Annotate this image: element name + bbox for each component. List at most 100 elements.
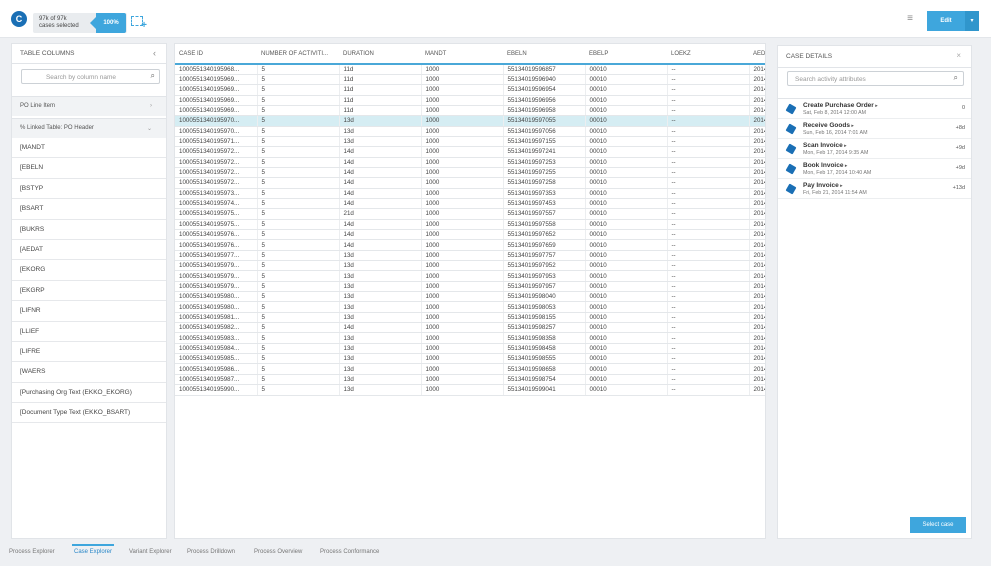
collapse-panel-icon[interactable]: ‹ xyxy=(153,48,156,58)
activity-item[interactable]: Book InvoiceMon, Feb 17, 2014 10:40 AM +9… xyxy=(778,159,971,179)
close-icon[interactable]: × xyxy=(956,51,961,60)
table-row[interactable]: 1000551340195979... 5 13d 1000 5513401959795… xyxy=(175,260,765,272)
tab-process-overview[interactable]: Process Overview xyxy=(254,549,302,555)
table-cell: 2014 xyxy=(749,291,765,303)
table-row[interactable]: 1000551340195970... 5 13d 1000 5513401959705… xyxy=(175,126,765,137)
table-row[interactable]: 1000551340195980... 5 13d 1000 5513401959805… xyxy=(175,301,765,313)
table-row[interactable]: 1000551340195979... 5 13d 1000 5513401959795… xyxy=(175,281,765,293)
table-cell: 00010 xyxy=(585,363,668,375)
activity-item[interactable]: Receive GoodsSun, Feb 16, 2014 7:01 AM +8… xyxy=(778,119,971,139)
table-row[interactable]: 1000551340195980... 5 13d 1000 5513401959804… xyxy=(175,291,765,303)
tab-process-conformance[interactable]: Process Conformance xyxy=(320,549,379,555)
tab-process-drilldown[interactable]: Process Drilldown xyxy=(187,549,235,555)
table-row[interactable]: 1000551340195969... 5 11d 1000 5513401959694… xyxy=(175,74,765,86)
column-header[interactable]: CASE ID xyxy=(175,44,257,65)
column-item[interactable]: [BSART xyxy=(12,199,166,220)
table-cell: 5 xyxy=(257,291,340,303)
table-cell: 2014 xyxy=(749,198,765,210)
table-row[interactable]: 1000551340195986... 5 13d 1000 5513401959865… xyxy=(175,363,765,375)
activity-name: Pay Invoice xyxy=(803,182,843,189)
table-cell: -- xyxy=(667,126,750,137)
table-row[interactable]: 1000551340195970... 5 13d 1000 5513401959705… xyxy=(175,115,765,127)
column-item[interactable]: [AEDAT xyxy=(12,240,166,261)
table-row[interactable]: 1000551340195971... 5 13d 1000 5513401959715… xyxy=(175,136,765,148)
hamburger-icon[interactable]: ≡ xyxy=(904,14,916,24)
group-linked-po-header[interactable]: % Linked Table: PO Header ⌄ xyxy=(12,118,166,138)
add-selection-icon[interactable]: + xyxy=(131,16,147,31)
table-row[interactable]: 1000551340195968... 5 11d 1000 5513401959685… xyxy=(175,64,765,75)
column-item[interactable]: [EBELN xyxy=(12,158,166,179)
table-row[interactable]: 1000551340195985... 5 13d 1000 5513401959855… xyxy=(175,353,765,365)
column-header[interactable]: NUMBER OF ACTIVITI... xyxy=(257,44,339,65)
case-table: CASE ID NUMBER OF ACTIVITI... DURATION MAND… xyxy=(175,44,765,396)
edit-button[interactable]: Edit xyxy=(927,11,965,31)
column-item[interactable]: [EKORG xyxy=(12,260,166,281)
column-header[interactable]: LOEKZ xyxy=(667,44,749,65)
search-icon[interactable]: ⌕ xyxy=(954,73,958,83)
table-row[interactable]: 1000551340195969... 5 11d 1000 5513401959695… xyxy=(175,95,765,106)
column-item[interactable]: [WAERS xyxy=(12,362,166,383)
column-item[interactable]: [Document Type Text (EKKO_BSART) xyxy=(12,403,166,424)
column-item[interactable]: [EKGRP xyxy=(12,281,166,302)
table-row[interactable]: 1000551340195972... 5 14d 1000 5513401959725… xyxy=(175,157,765,168)
tab-variant-explorer[interactable]: Variant Explorer xyxy=(129,549,172,555)
column-header[interactable]: EBELN xyxy=(503,44,585,65)
column-item[interactable]: [MANDT xyxy=(12,138,166,159)
group-po-line-item[interactable]: PO Line Item › xyxy=(12,96,166,116)
table-row[interactable]: 1000551340195972... 5 14d 1000 5513401959725… xyxy=(175,167,765,179)
table-row[interactable]: 1000551340195972... 5 14d 1000 5513401959724… xyxy=(175,146,765,158)
table-row[interactable]: 1000551340195976... 5 14d 1000 5513401959765… xyxy=(175,229,765,241)
tab-case-explorer[interactable]: Case Explorer xyxy=(71,544,115,555)
column-item[interactable]: [LIFRE xyxy=(12,342,166,363)
column-header[interactable]: AEDAT xyxy=(749,44,765,65)
edit-dropdown-button[interactable]: ▾ xyxy=(965,11,979,31)
table-row[interactable]: 1000551340195983... 5 13d 1000 5513401959835… xyxy=(175,332,765,344)
table-cell: 5 xyxy=(257,208,340,220)
table-cell: 1000551340195982... xyxy=(175,322,258,334)
table-cell: 2014 xyxy=(749,208,765,220)
activity-item[interactable]: Pay InvoiceFri, Feb 21, 2014 11:54 AM +13… xyxy=(778,179,971,199)
table-row[interactable]: 1000551340195975... 5 21d 1000 5513401959755… xyxy=(175,208,765,220)
table-row[interactable]: 1000551340195974... 5 14d 1000 5513401959745… xyxy=(175,198,765,210)
column-item[interactable]: [LIFNR xyxy=(12,301,166,322)
table-cell: 1000 xyxy=(421,239,504,251)
table-cell: 55134019597241 xyxy=(503,146,586,158)
tab-process-explorer[interactable]: Process Explorer xyxy=(9,549,55,555)
table-row[interactable]: 1000551340195975... 5 14d 1000 5513401959755… xyxy=(175,219,765,231)
column-item[interactable]: [BSTYP xyxy=(12,179,166,200)
table-row[interactable]: 1000551340195969... 5 11d 1000 5513401959695… xyxy=(175,105,765,117)
table-cell: 11d xyxy=(339,95,422,106)
activity-item[interactable]: Create Purchase OrderSat, Feb 8, 2014 12… xyxy=(778,99,971,119)
activity-item[interactable]: Scan InvoiceMon, Feb 17, 2014 9:35 AM +9d xyxy=(778,139,971,159)
table-cell: 13d xyxy=(339,126,422,137)
table-row[interactable]: 1000551340195979... 5 13d 1000 5513401959795… xyxy=(175,270,765,282)
table-cell: 13d xyxy=(339,312,422,324)
column-header[interactable]: DURATION xyxy=(339,44,421,65)
column-item[interactable]: [LLIEF xyxy=(12,322,166,342)
select-case-button[interactable]: Select case xyxy=(910,517,966,533)
table-cell: 55134019598257 xyxy=(503,322,586,334)
search-icon[interactable]: ⌕ xyxy=(151,71,155,81)
table-row[interactable]: 1000551340195981... 5 13d 1000 5513401959815… xyxy=(175,312,765,324)
table-row[interactable]: 1000551340195976... 5 14d 1000 5513401959765… xyxy=(175,239,765,251)
table-row[interactable]: 1000551340195969... 5 11d 1000 5513401959695… xyxy=(175,84,765,96)
table-row[interactable]: 1000551340195982... 5 14d 1000 5513401959825… xyxy=(175,322,765,334)
table-cell: 2014 xyxy=(749,270,765,282)
app-logo[interactable]: C xyxy=(11,11,27,27)
table-cell: -- xyxy=(667,84,750,96)
table-cell: 00010 xyxy=(585,126,668,137)
table-row[interactable]: 1000551340195973... 5 14d 1000 5513401959735… xyxy=(175,188,765,199)
table-row[interactable]: 1000551340195987... 5 13d 1000 5513401959875… xyxy=(175,374,765,386)
column-header[interactable]: MANDT xyxy=(421,44,503,65)
table-row[interactable]: 1000551340195972... 5 14d 1000 5513401959725… xyxy=(175,177,765,189)
column-item[interactable]: [BUKRS xyxy=(12,220,166,240)
column-search-input[interactable]: Search by column name ⌕ xyxy=(21,69,160,84)
table-row[interactable]: 1000551340195990... 5 13d 1000 5513401959904… xyxy=(175,384,765,396)
column-header[interactable]: EBELP xyxy=(585,44,667,65)
table-cell: 2014 xyxy=(749,229,765,241)
table-row[interactable]: 1000551340195977... 5 13d 1000 5513401959775… xyxy=(175,250,765,262)
activity-search-input[interactable]: Search activity attributes ⌕ xyxy=(787,71,964,86)
column-item[interactable]: [Purchasing Org Text (EKKO_EKORG) xyxy=(12,383,166,404)
table-row[interactable]: 1000551340195984... 5 13d 1000 5513401959845… xyxy=(175,343,765,355)
activity-duration: +9d xyxy=(955,165,965,171)
